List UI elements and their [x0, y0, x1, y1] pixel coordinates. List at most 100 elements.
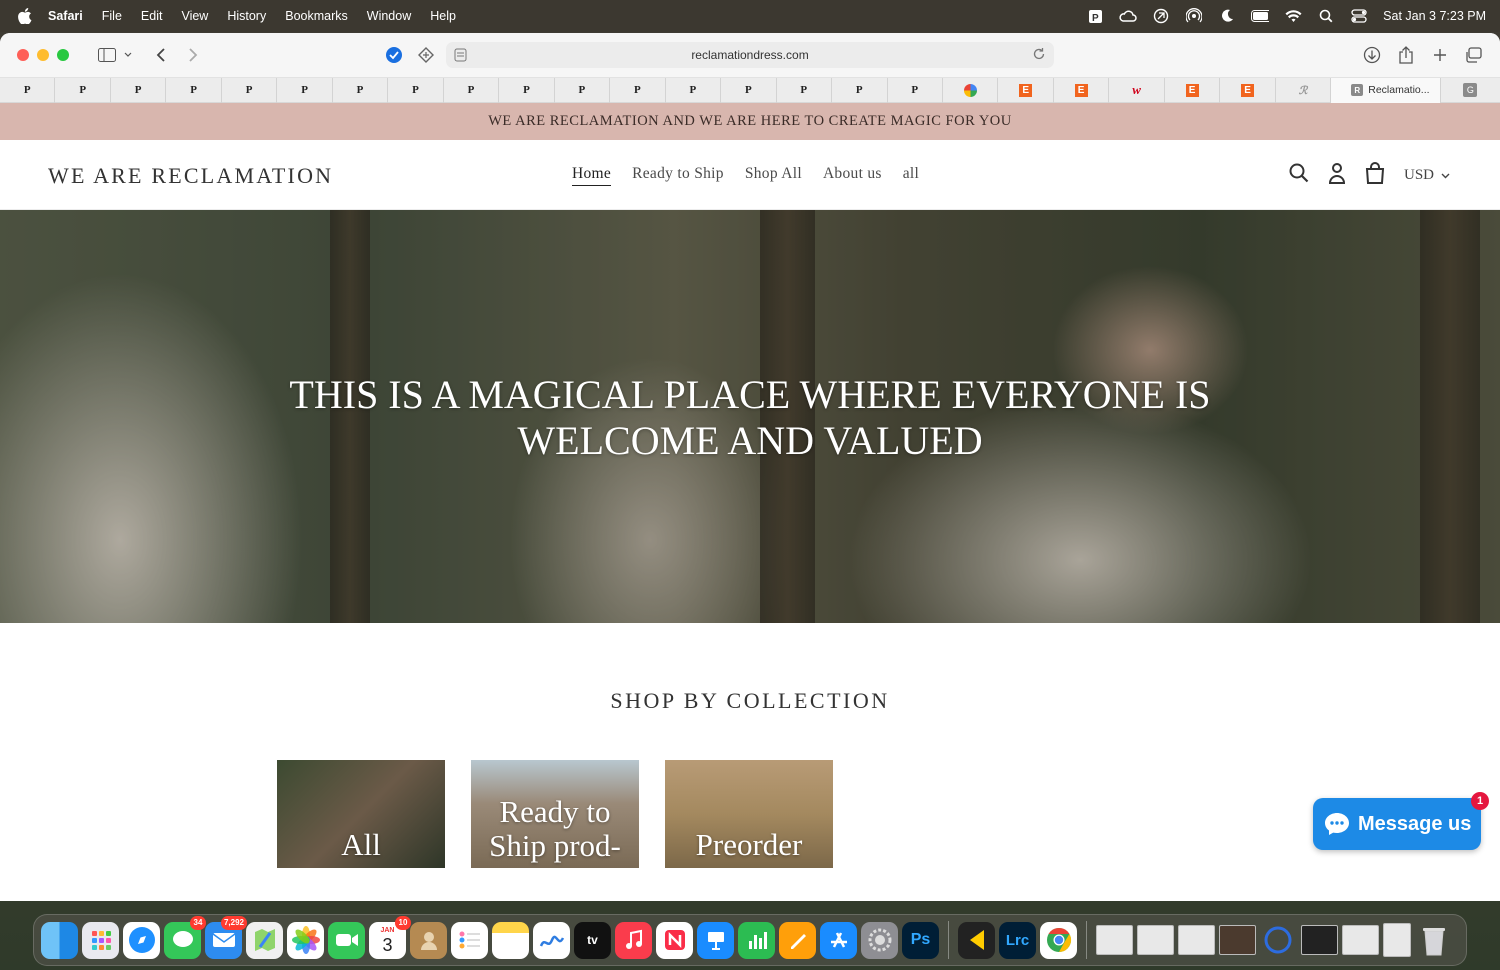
sidebar-toggle-icon[interactable]: [93, 42, 121, 68]
favorite-p-9[interactable]: P: [444, 77, 500, 103]
favorite-p-12[interactable]: P: [610, 77, 666, 103]
system-settings-icon[interactable]: [861, 921, 898, 959]
nav-shop-all[interactable]: Shop All: [745, 165, 802, 186]
numbers-icon[interactable]: [738, 921, 775, 959]
tab-g[interactable]: G: [1441, 83, 1500, 97]
kindle-icon[interactable]: [958, 921, 995, 959]
minimized-window-thumbnail[interactable]: [1178, 925, 1215, 955]
page-menu-icon[interactable]: [454, 48, 468, 65]
pages-icon[interactable]: [779, 921, 816, 959]
favorite-script[interactable]: ℛ: [1276, 77, 1332, 103]
finder-icon[interactable]: [41, 921, 78, 959]
apple-tv-icon[interactable]: tv: [574, 921, 611, 959]
extension-check-icon[interactable]: [385, 46, 403, 64]
favorite-walgreens[interactable]: w: [1109, 77, 1165, 103]
minimized-window-thumbnail[interactable]: [1383, 923, 1411, 957]
reload-icon[interactable]: [1032, 47, 1046, 64]
nav-home[interactable]: Home: [572, 165, 612, 186]
favorite-p-1[interactable]: P: [0, 77, 56, 103]
account-icon[interactable]: [1328, 162, 1346, 189]
downloads-icon[interactable]: [1358, 42, 1386, 68]
messages-icon[interactable]: 34: [164, 915, 206, 959]
airdrop-icon[interactable]: [1185, 8, 1203, 24]
collection-card-preorder[interactable]: Preorder: [665, 760, 833, 868]
nav-all[interactable]: all: [903, 165, 919, 186]
favorite-p-7[interactable]: P: [333, 77, 389, 103]
tab-overview-icon[interactable]: [1460, 42, 1488, 68]
back-button[interactable]: [147, 42, 175, 68]
currency-selector[interactable]: USD: [1404, 167, 1450, 184]
news-icon[interactable]: [656, 921, 693, 959]
minimized-window-thumbnail[interactable]: [1137, 925, 1174, 955]
minimized-window-thumbnail[interactable]: [1342, 925, 1379, 955]
menu-view[interactable]: View: [181, 9, 208, 23]
share-icon[interactable]: [1392, 42, 1420, 68]
favorite-etsy-4[interactable]: E: [1220, 77, 1276, 103]
facetime-icon[interactable]: [328, 921, 365, 959]
app-menu-safari[interactable]: Safari: [48, 9, 83, 23]
wifi-icon[interactable]: [1284, 8, 1302, 24]
calendar-icon[interactable]: JAN 3 10: [369, 915, 411, 959]
launchpad-icon[interactable]: [82, 921, 119, 959]
music-icon[interactable]: [615, 921, 652, 959]
close-window-button[interactable]: [17, 49, 29, 61]
favorite-p-5[interactable]: P: [222, 77, 278, 103]
notes-icon[interactable]: [492, 921, 529, 959]
control-center-icon[interactable]: [1350, 8, 1368, 24]
new-tab-icon[interactable]: [1426, 42, 1454, 68]
collection-card-all[interactable]: All: [277, 760, 445, 868]
menu-file[interactable]: File: [102, 9, 122, 23]
favorite-p-11[interactable]: P: [555, 77, 611, 103]
minimized-window-thumbnail[interactable]: [1219, 925, 1256, 955]
menu-edit[interactable]: Edit: [141, 9, 163, 23]
favorite-p-14[interactable]: P: [721, 77, 777, 103]
menu-history[interactable]: History: [227, 9, 266, 23]
forward-button[interactable]: [179, 42, 207, 68]
minimized-window-thumbnail[interactable]: [1301, 925, 1338, 955]
focus-moon-icon[interactable]: [1218, 8, 1236, 24]
reminders-icon[interactable]: [451, 921, 488, 959]
favorite-p-15[interactable]: P: [777, 77, 833, 103]
menu-help[interactable]: Help: [430, 9, 456, 23]
minimize-window-button[interactable]: [37, 49, 49, 61]
favorite-p-3[interactable]: P: [111, 77, 167, 103]
favorite-etsy-1[interactable]: E: [998, 77, 1054, 103]
message-us-button[interactable]: Message us 1: [1313, 792, 1489, 850]
favorite-etsy-2[interactable]: E: [1054, 77, 1110, 103]
apple-menu-icon[interactable]: [16, 7, 34, 25]
menu-bookmarks[interactable]: Bookmarks: [285, 9, 348, 23]
mail-icon[interactable]: 7,292: [205, 915, 247, 959]
zoom-window-button[interactable]: [57, 49, 69, 61]
search-icon[interactable]: [1289, 163, 1309, 188]
menu-window[interactable]: Window: [367, 9, 411, 23]
address-bar[interactable]: reclamationdress.com: [446, 42, 1054, 68]
minimized-window-thumbnail[interactable]: [1096, 925, 1133, 955]
tab-reclamation[interactable]: R Reclamatio...: [1331, 77, 1441, 103]
vpn-icon[interactable]: [1152, 8, 1170, 24]
minimized-window-thumbnail[interactable]: [1260, 925, 1297, 955]
favorite-p-13[interactable]: P: [666, 77, 722, 103]
favorite-p-10[interactable]: P: [499, 77, 555, 103]
extension-puzzle-icon[interactable]: [417, 46, 435, 64]
menubar-clock[interactable]: Sat Jan 3 7:23 PM: [1383, 9, 1486, 23]
photoshop-icon[interactable]: Ps: [902, 921, 939, 959]
keynote-icon[interactable]: [697, 921, 734, 959]
favorite-p-4[interactable]: P: [166, 77, 222, 103]
app-store-icon[interactable]: [820, 921, 857, 959]
nav-about-us[interactable]: About us: [823, 165, 882, 186]
favorite-etsy-3[interactable]: E: [1165, 77, 1221, 103]
favorite-p-8[interactable]: P: [388, 77, 444, 103]
nav-ready-to-ship[interactable]: Ready to Ship: [632, 165, 724, 186]
collection-card-ready-to-ship[interactable]: Ready to Ship prod-: [471, 760, 639, 868]
cart-icon[interactable]: [1365, 162, 1385, 189]
pandora-icon[interactable]: P: [1086, 8, 1104, 24]
contacts-icon[interactable]: [410, 921, 447, 959]
favorite-canva[interactable]: [943, 77, 999, 103]
lightroom-icon[interactable]: Lrc: [999, 921, 1036, 959]
url-text[interactable]: reclamationdress.com: [691, 48, 808, 62]
trash-icon[interactable]: [1415, 922, 1452, 959]
freeform-icon[interactable]: [533, 921, 570, 959]
site-logo[interactable]: WE ARE RECLAMATION: [48, 163, 333, 189]
battery-icon[interactable]: [1251, 8, 1270, 24]
favorite-p-2[interactable]: P: [55, 77, 111, 103]
